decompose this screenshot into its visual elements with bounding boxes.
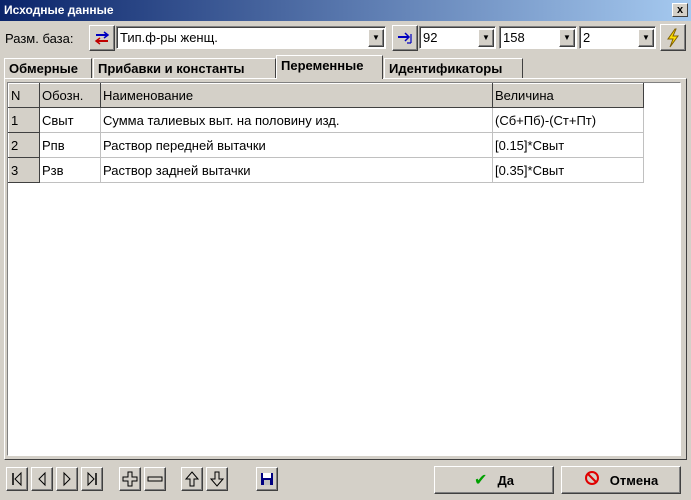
table-header-row: N Обозн. Наименование Величина (8, 83, 644, 108)
column-header-n[interactable]: N (8, 83, 40, 108)
last-icon (87, 471, 97, 487)
cell-name[interactable]: Раствор задней вытачки (100, 157, 493, 183)
table-row[interactable]: 1 Свыт Сумма талиевых выт. на половину и… (8, 107, 644, 133)
cell-name[interactable]: Сумма талиевых выт. на половину изд. (100, 107, 493, 133)
figure-type-value: Тип.ф-ры женщ. (120, 30, 218, 45)
floppy-disk-icon (261, 473, 273, 485)
size1-select[interactable]: 92 ▼ (419, 26, 496, 49)
window-title: Исходные данные (4, 3, 114, 17)
swap-arrows-icon (94, 31, 110, 45)
last-record-button[interactable] (81, 467, 103, 491)
lightning-icon (667, 28, 679, 47)
cell-designation[interactable]: Рпв (39, 132, 101, 158)
column-header-name[interactable]: Наименование (100, 83, 493, 108)
first-icon (12, 471, 22, 487)
plus-icon (122, 471, 138, 487)
chevron-down-icon[interactable]: ▼ (638, 28, 654, 47)
cancel-label: Отмена (609, 472, 659, 488)
cell-name[interactable]: Раствор передней вытачки (100, 132, 493, 158)
table-row[interactable]: 2 Рпв Раствор передней вытачки [0.15]*Св… (8, 132, 644, 158)
move-down-button[interactable] (206, 467, 228, 491)
arrow-down-icon (210, 471, 224, 487)
tab-allowances-constants[interactable]: Прибавки и константы (93, 58, 276, 79)
move-up-button[interactable] (181, 467, 203, 491)
row-number: 3 (8, 157, 40, 183)
chevron-down-icon[interactable]: ▼ (478, 28, 494, 47)
figure-type-select[interactable]: Тип.ф-ры женщ. ▼ (116, 26, 386, 49)
cancel-button[interactable]: Отмена (561, 466, 681, 494)
cell-designation[interactable]: Рзв (39, 157, 101, 183)
chevron-down-icon[interactable]: ▼ (368, 28, 384, 47)
swap-arrows-button[interactable] (89, 25, 115, 51)
calculate-button[interactable] (660, 24, 686, 51)
cancel-circle-icon (584, 470, 600, 491)
delete-record-button[interactable] (144, 467, 166, 491)
tab-identifiers[interactable]: Идентификаторы (384, 58, 523, 79)
ok-label: Да (497, 472, 514, 488)
cell-value[interactable]: [0.35]*Свыт (492, 157, 644, 183)
checkmark-icon: ✔ (474, 472, 488, 489)
size1-value: 92 (423, 30, 438, 45)
column-header-value[interactable]: Величина (492, 83, 644, 108)
cell-value[interactable]: (Сб+Пб)-(Ст+Пт) (492, 107, 644, 133)
arrow-right-icon (398, 32, 412, 44)
variables-grid[interactable]: N Обозн. Наименование Величина 1 Свыт Су… (7, 82, 681, 456)
title-bar: Исходные данные x (0, 0, 691, 21)
size3-select[interactable]: 2 ▼ (579, 26, 656, 49)
prev-record-button[interactable] (31, 467, 53, 491)
table-row[interactable]: 3 Рзв Раствор задней вытачки [0.35]*Свыт (8, 157, 644, 183)
prev-icon (38, 471, 46, 487)
minus-icon (147, 476, 163, 482)
next-record-button[interactable] (56, 467, 78, 491)
next-icon (63, 471, 71, 487)
ok-button[interactable]: ✔ Да (434, 466, 554, 494)
column-header-designation[interactable]: Обозн. (39, 83, 101, 108)
size2-select[interactable]: 158 ▼ (499, 26, 577, 49)
size3-value: 2 (583, 30, 591, 45)
arrow-up-icon (185, 471, 199, 487)
size-base-label: Разм. база: (5, 31, 74, 46)
first-record-button[interactable] (6, 467, 28, 491)
chevron-down-icon[interactable]: ▼ (559, 28, 575, 47)
size2-value: 158 (503, 30, 525, 45)
tab-measurements[interactable]: Обмерные (4, 58, 92, 79)
add-record-button[interactable] (119, 467, 141, 491)
row-number: 2 (8, 132, 40, 158)
save-button[interactable] (256, 467, 278, 491)
tab-variables[interactable]: Переменные (276, 55, 383, 79)
cell-value[interactable]: [0.15]*Свыт (492, 132, 644, 158)
cell-designation[interactable]: Свыт (39, 107, 101, 133)
variables-table: N Обозн. Наименование Величина 1 Свыт Су… (8, 83, 644, 183)
close-button[interactable]: x (672, 3, 688, 17)
row-number: 1 (8, 107, 40, 133)
apply-arrow-button[interactable] (392, 25, 418, 51)
